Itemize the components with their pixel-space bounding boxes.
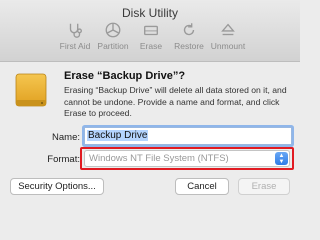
window-titlebar: Disk Utility First Aid Partition Erase R… — [0, 0, 300, 62]
format-label: Format: — [47, 154, 80, 165]
eject-icon — [206, 20, 250, 40]
name-label: Name: — [52, 132, 80, 143]
unmount-label: Unmount — [210, 41, 246, 51]
dialog-message: Erasing “Backup Drive” will delete all d… — [64, 85, 287, 119]
dialog-title: Erase “Backup Drive”? — [64, 70, 186, 82]
name-input[interactable]: Backup Drive — [84, 127, 292, 145]
erase-button[interactable]: Erase — [238, 178, 290, 195]
external-drive-icon — [14, 70, 48, 110]
chevron-up-down-icon: ▲ ▼ — [275, 152, 288, 165]
restore-icon — [167, 20, 211, 40]
security-options-button[interactable]: Security Options... — [10, 178, 104, 195]
format-select-value: Windows NT File System (NTFS) — [89, 153, 229, 164]
restore-label: Restore — [174, 41, 204, 51]
format-select[interactable]: Windows NT File System (NTFS) ▲ ▼ — [84, 150, 290, 167]
restore-button[interactable]: Restore — [167, 20, 211, 56]
name-input-value: Backup Drive — [87, 130, 149, 141]
erase-sheet: Erase “Backup Drive”? Erasing “Backup Dr… — [0, 62, 300, 211]
cancel-button[interactable]: Cancel — [175, 178, 229, 195]
unmount-button[interactable]: Unmount — [206, 20, 250, 56]
window-title: Disk Utility — [122, 6, 178, 20]
